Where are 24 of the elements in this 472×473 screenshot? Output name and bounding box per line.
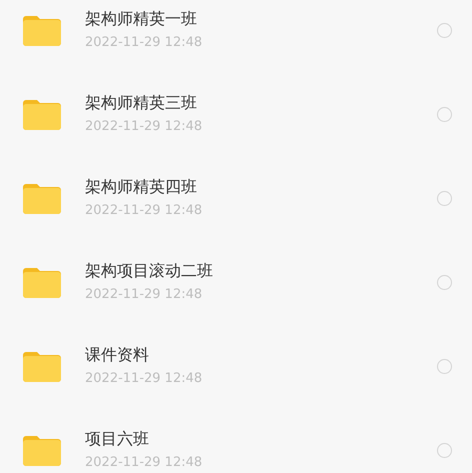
select-radio[interactable]: [437, 190, 452, 206]
folder-name: 项目六班: [85, 428, 150, 450]
folder-icon: [23, 182, 61, 214]
modified-time: 2022-11-29 12:48: [85, 202, 204, 220]
modified-time: 2022-11-29 12:48: [85, 34, 204, 52]
folder-icon: [23, 266, 61, 298]
folder-icon: [23, 434, 61, 466]
select-radio[interactable]: [437, 22, 452, 38]
modified-time: 2022-11-29 12:48: [85, 370, 204, 388]
modified-time: 2022-11-29 12:48: [85, 286, 204, 304]
folder-icon: [23, 98, 61, 130]
folder-name: 架构师精英四班: [85, 176, 198, 198]
folder-name: 架构师精英三班: [85, 92, 198, 114]
folder-name: 课件资料: [85, 344, 150, 366]
select-radio[interactable]: [437, 106, 452, 122]
modified-time: 2022-11-29 12:48: [85, 454, 204, 472]
folder-name: 架构项目滚动二班: [85, 260, 214, 282]
select-radio[interactable]: [437, 274, 452, 290]
folder-icon: [23, 350, 61, 382]
select-radio[interactable]: [437, 358, 452, 374]
modified-time: 2022-11-29 12:48: [85, 118, 204, 136]
folder-icon: [23, 14, 61, 46]
folder-name: 架构师精英一班: [85, 8, 198, 30]
select-radio[interactable]: [437, 442, 452, 458]
